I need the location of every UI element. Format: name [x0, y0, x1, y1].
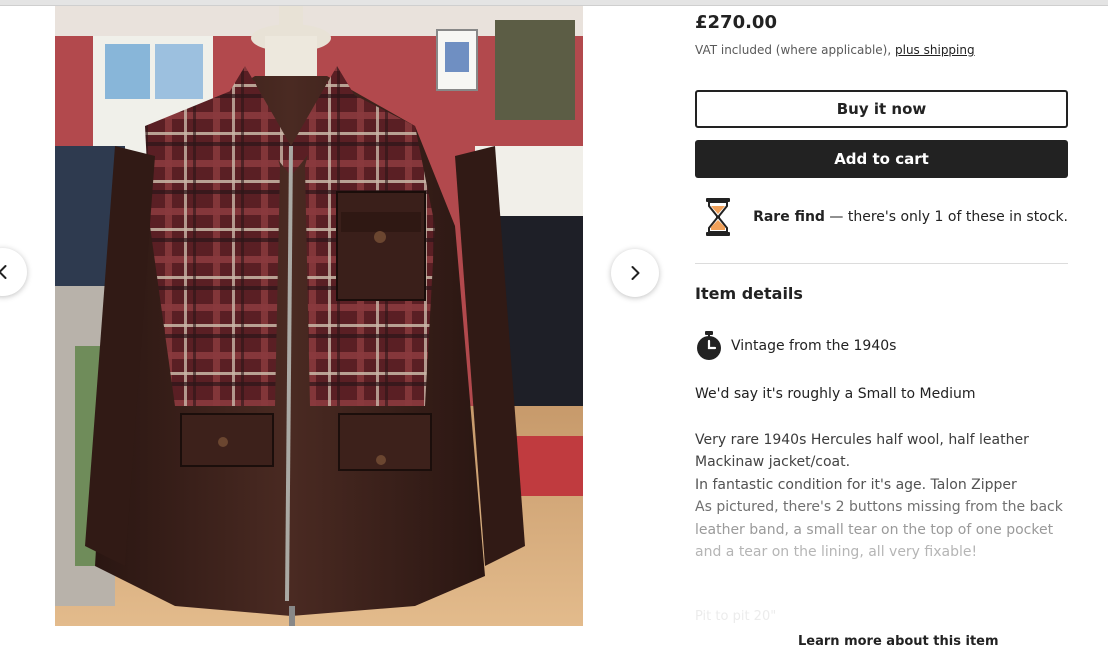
- section-divider: [695, 263, 1068, 264]
- description-line: As pictured, there's 2 buttons missing f…: [695, 499, 1063, 516]
- learn-more-button[interactable]: Learn more about this item: [798, 634, 999, 649]
- vat-note: VAT included (where applicable), plus sh…: [695, 43, 975, 57]
- rare-find-title: Rare find: [753, 209, 825, 225]
- vat-text: VAT included (where applicable),: [695, 43, 892, 57]
- item-price: £270.00: [695, 12, 777, 33]
- description-line: In fantastic condition for it's age. Tal…: [695, 476, 1017, 493]
- item-details-heading: Item details: [695, 284, 803, 303]
- rare-find-text: Rare find — there's only 1 of these in s…: [753, 209, 1068, 225]
- rare-find-notice: Rare find — there's only 1 of these in s…: [695, 196, 1068, 238]
- vintage-row: Vintage from the 1940s: [695, 331, 896, 361]
- buy-it-now-button[interactable]: Buy it now: [695, 90, 1068, 128]
- item-description: Very rare 1940s Hercules half wool, half…: [695, 429, 1068, 563]
- next-image-button[interactable]: [611, 249, 659, 297]
- chevron-right-icon: [631, 266, 640, 280]
- add-to-cart-button[interactable]: Add to cart: [695, 140, 1068, 178]
- size-note: We'd say it's roughly a Small to Medium: [695, 386, 976, 402]
- description-line: Mackinaw jacket/coat.: [695, 454, 851, 471]
- description-line: leather band, a small tear on the top of…: [695, 521, 1054, 538]
- hourglass-icon: [695, 197, 741, 237]
- vintage-label: Vintage from the 1940s: [731, 338, 897, 354]
- stopwatch-icon: [697, 331, 721, 360]
- rare-find-detail: — there's only 1 of these in stock.: [824, 209, 1068, 225]
- faded-description-line: Pit to pit 20": [695, 609, 777, 624]
- listing-photo[interactable]: [55, 6, 583, 626]
- description-line: Very rare 1940s Hercules half wool, half…: [695, 432, 1029, 448]
- chevron-left-icon: [0, 265, 7, 279]
- description-line: and a tear on the lining, all very fixab…: [695, 544, 978, 561]
- plus-shipping-link[interactable]: plus shipping: [895, 43, 975, 57]
- previous-image-button[interactable]: [0, 248, 27, 296]
